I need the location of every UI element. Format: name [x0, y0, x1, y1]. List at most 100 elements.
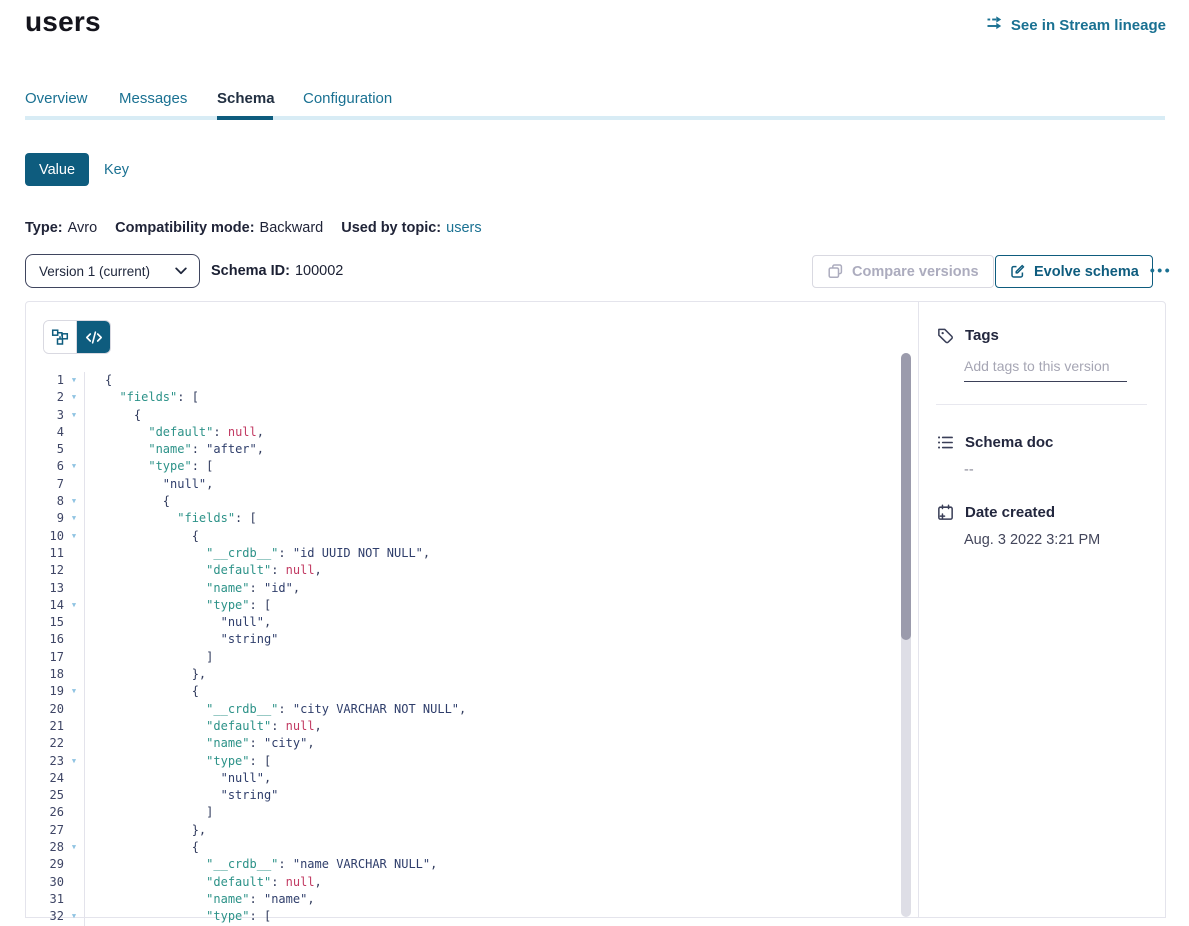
line-number: 32	[26, 908, 64, 925]
code-text: "fields": [	[85, 389, 199, 406]
collapse-toggle-icon[interactable]: ▼	[64, 597, 84, 614]
line-number: 5	[26, 441, 64, 458]
code-text: "null",	[85, 476, 213, 493]
schema-doc-title: Schema doc	[965, 434, 1053, 451]
schema-meta-row: Type:Avro Compatibility mode:Backward Us…	[25, 220, 482, 236]
stream-lineage-link[interactable]: See in Stream lineage	[986, 15, 1166, 35]
code-line: 19▼ {	[26, 683, 925, 700]
code-line: 26 ]	[26, 804, 925, 821]
line-number: 12	[26, 562, 64, 579]
code-scrollbar-thumb[interactable]	[901, 353, 911, 640]
add-tags-input[interactable]	[964, 358, 1127, 382]
calendar-plus-icon	[936, 503, 955, 522]
line-number: 31	[26, 891, 64, 908]
collapse-toggle-icon[interactable]: ▼	[64, 407, 84, 424]
code-text: "name": "after",	[85, 441, 264, 458]
code-editor: 1▼{2▼ "fields": [3▼ {4 "default": null,5…	[26, 372, 925, 917]
tree-view-button[interactable]	[44, 321, 77, 353]
gutter-spacer	[64, 787, 84, 804]
edit-icon	[1009, 263, 1026, 280]
line-number: 19	[26, 683, 64, 700]
tree-view-icon	[51, 328, 69, 346]
code-text: "null",	[85, 770, 271, 787]
collapse-toggle-icon[interactable]: ▼	[64, 493, 84, 510]
tab-overview[interactable]: Overview	[25, 90, 88, 107]
code-text: "type": [	[85, 597, 271, 614]
tab-configuration[interactable]: Configuration	[303, 90, 392, 107]
gutter-spacer	[64, 856, 84, 873]
collapse-toggle-icon[interactable]: ▼	[64, 839, 84, 856]
stream-lineage-icon	[986, 15, 1004, 35]
code-line: 2▼ "fields": [	[26, 389, 925, 406]
code-text: ]	[85, 649, 213, 666]
chevron-down-icon	[175, 267, 187, 275]
code-line: 31 "name": "name",	[26, 891, 925, 908]
gutter-spacer	[64, 562, 84, 579]
line-number: 14	[26, 597, 64, 614]
line-number: 22	[26, 735, 64, 752]
code-line: 7 "null",	[26, 476, 925, 493]
line-number: 21	[26, 718, 64, 735]
type-label: Type:	[25, 220, 63, 236]
code-text: {	[85, 372, 112, 389]
code-text: "default": null,	[85, 424, 264, 441]
code-text: "string"	[85, 787, 278, 804]
line-number: 23	[26, 753, 64, 770]
tab-underline-active	[217, 116, 273, 120]
tab-underline-track	[25, 116, 1165, 120]
value-tab-button[interactable]: Value	[25, 153, 89, 186]
date-created-section-header: Date created	[936, 503, 1147, 522]
code-text: {	[85, 407, 141, 424]
schema-doc-section-header: Schema doc	[936, 433, 1147, 452]
key-tab-link[interactable]: Key	[104, 153, 129, 186]
line-number: 9	[26, 510, 64, 527]
compare-versions-button[interactable]: Compare versions	[812, 255, 994, 288]
line-number: 2	[26, 389, 64, 406]
code-line: 15 "null",	[26, 614, 925, 631]
code-line: 3▼ {	[26, 407, 925, 424]
line-number: 17	[26, 649, 64, 666]
code-line: 10▼ {	[26, 528, 925, 545]
line-number: 20	[26, 701, 64, 718]
schema-view-toggle	[43, 320, 111, 354]
line-number: 27	[26, 822, 64, 839]
list-icon	[936, 433, 955, 452]
code-line: 28▼ {	[26, 839, 925, 856]
code-line: 22 "name": "city",	[26, 735, 925, 752]
line-number: 13	[26, 580, 64, 597]
sidebar-divider	[936, 404, 1147, 405]
gutter-spacer	[64, 666, 84, 683]
line-number: 15	[26, 614, 64, 631]
collapse-toggle-icon[interactable]: ▼	[64, 528, 84, 545]
more-options-button[interactable]: •••	[1144, 253, 1178, 287]
tab-messages[interactable]: Messages	[119, 90, 187, 107]
code-line: 17 ]	[26, 649, 925, 666]
tab-schema[interactable]: Schema	[217, 90, 275, 107]
code-text: {	[85, 683, 199, 700]
code-line: 32▼ "type": [	[26, 908, 925, 925]
code-line: 13 "name": "id",	[26, 580, 925, 597]
collapse-toggle-icon[interactable]: ▼	[64, 753, 84, 770]
gutter-spacer	[64, 701, 84, 718]
collapse-toggle-icon[interactable]: ▼	[64, 389, 84, 406]
collapse-toggle-icon[interactable]: ▼	[64, 458, 84, 475]
schema-panel: 1▼{2▼ "fields": [3▼ {4 "default": null,5…	[25, 301, 1166, 918]
collapse-toggle-icon[interactable]: ▼	[64, 372, 84, 389]
compatibility-field: Compatibility mode:Backward	[115, 220, 323, 236]
version-select[interactable]: Version 1 (current)	[25, 254, 200, 288]
code-line: 30 "default": null,	[26, 874, 925, 891]
code-text: "default": null,	[85, 562, 322, 579]
code-line: 16 "string"	[26, 631, 925, 648]
version-select-value: Version 1 (current)	[39, 264, 150, 279]
line-number: 26	[26, 804, 64, 821]
code-line: 4 "default": null,	[26, 424, 925, 441]
code-view-button[interactable]	[77, 321, 110, 353]
evolve-schema-button[interactable]: Evolve schema	[995, 255, 1153, 288]
collapse-toggle-icon[interactable]: ▼	[64, 510, 84, 527]
collapse-toggle-icon[interactable]: ▼	[64, 908, 84, 925]
code-line: 8▼ {	[26, 493, 925, 510]
used-by-topic-field: Used by topic:users	[341, 220, 481, 236]
code-line: 27 },	[26, 822, 925, 839]
collapse-toggle-icon[interactable]: ▼	[64, 683, 84, 700]
used-by-topic-link[interactable]: users	[446, 220, 481, 236]
